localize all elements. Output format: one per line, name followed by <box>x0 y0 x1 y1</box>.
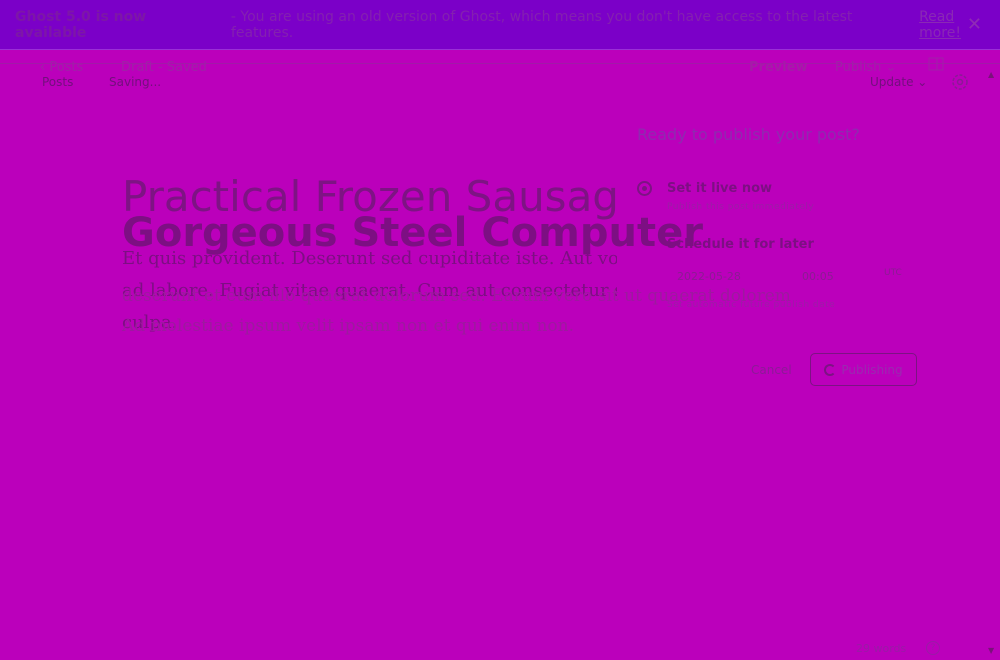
schedule-time-input[interactable]: 00:05 <box>802 270 834 283</box>
help-icon[interactable]: ? <box>926 641 940 655</box>
banner-read-more-link[interactable]: Read more! <box>919 9 1000 41</box>
spinner-icon <box>824 363 837 376</box>
sidebar-toggle-icon[interactable] <box>928 57 944 71</box>
schedule-description: Set automatic future publish date <box>667 300 836 310</box>
publishing-button-label: Publishing <box>841 362 903 377</box>
publish-popup-title: Ready to publish your post? <box>637 125 860 144</box>
draft-status-ghost: Draft - Saved <box>121 60 207 75</box>
scroll-up-icon[interactable]: ▲ <box>988 70 994 79</box>
publish-menu-ghost: Publish ⌄ <box>835 60 897 75</box>
preview-button[interactable]: Preview <box>749 60 808 75</box>
schedule-date-input[interactable]: 2022-05-28 <box>677 270 741 283</box>
settings-gear-icon[interactable] <box>950 72 970 92</box>
publish-now-radio[interactable] <box>637 181 652 196</box>
back-to-posts-link[interactable]: Posts <box>42 75 73 89</box>
update-banner: Ghost 5.0 is now available - You are usi… <box>0 0 1000 50</box>
publish-now-label[interactable]: Set it live now <box>667 181 772 196</box>
scroll-down-icon[interactable]: ▼ <box>988 646 994 655</box>
body-line-1[interactable]: Et quis provident. Deserunt sed cupidita… <box>122 248 617 269</box>
banner-message: - You are using an old version of Ghost,… <box>230 8 853 41</box>
body-overlay-line-2: Ad molestiae ipsum velit ipsam non et qu… <box>122 316 575 336</box>
publishing-button[interactable]: Publishing <box>810 353 917 386</box>
update-menu-button[interactable]: Update ⌄ <box>870 75 927 89</box>
schedule-later-label[interactable]: Schedule it for later <box>667 237 814 252</box>
publish-now-description: Publish this post immediately <box>667 202 815 212</box>
cancel-button[interactable]: Cancel <box>751 363 792 377</box>
timezone-label: UTC <box>884 268 902 278</box>
banner-title: Ghost 5.0 is now available <box>15 8 147 41</box>
save-status: Saving... <box>109 75 162 89</box>
close-icon[interactable]: ✕ <box>967 14 982 35</box>
back-to-posts-ghost: ‹ Posts <box>40 60 84 75</box>
word-count: 29 words <box>856 642 907 655</box>
